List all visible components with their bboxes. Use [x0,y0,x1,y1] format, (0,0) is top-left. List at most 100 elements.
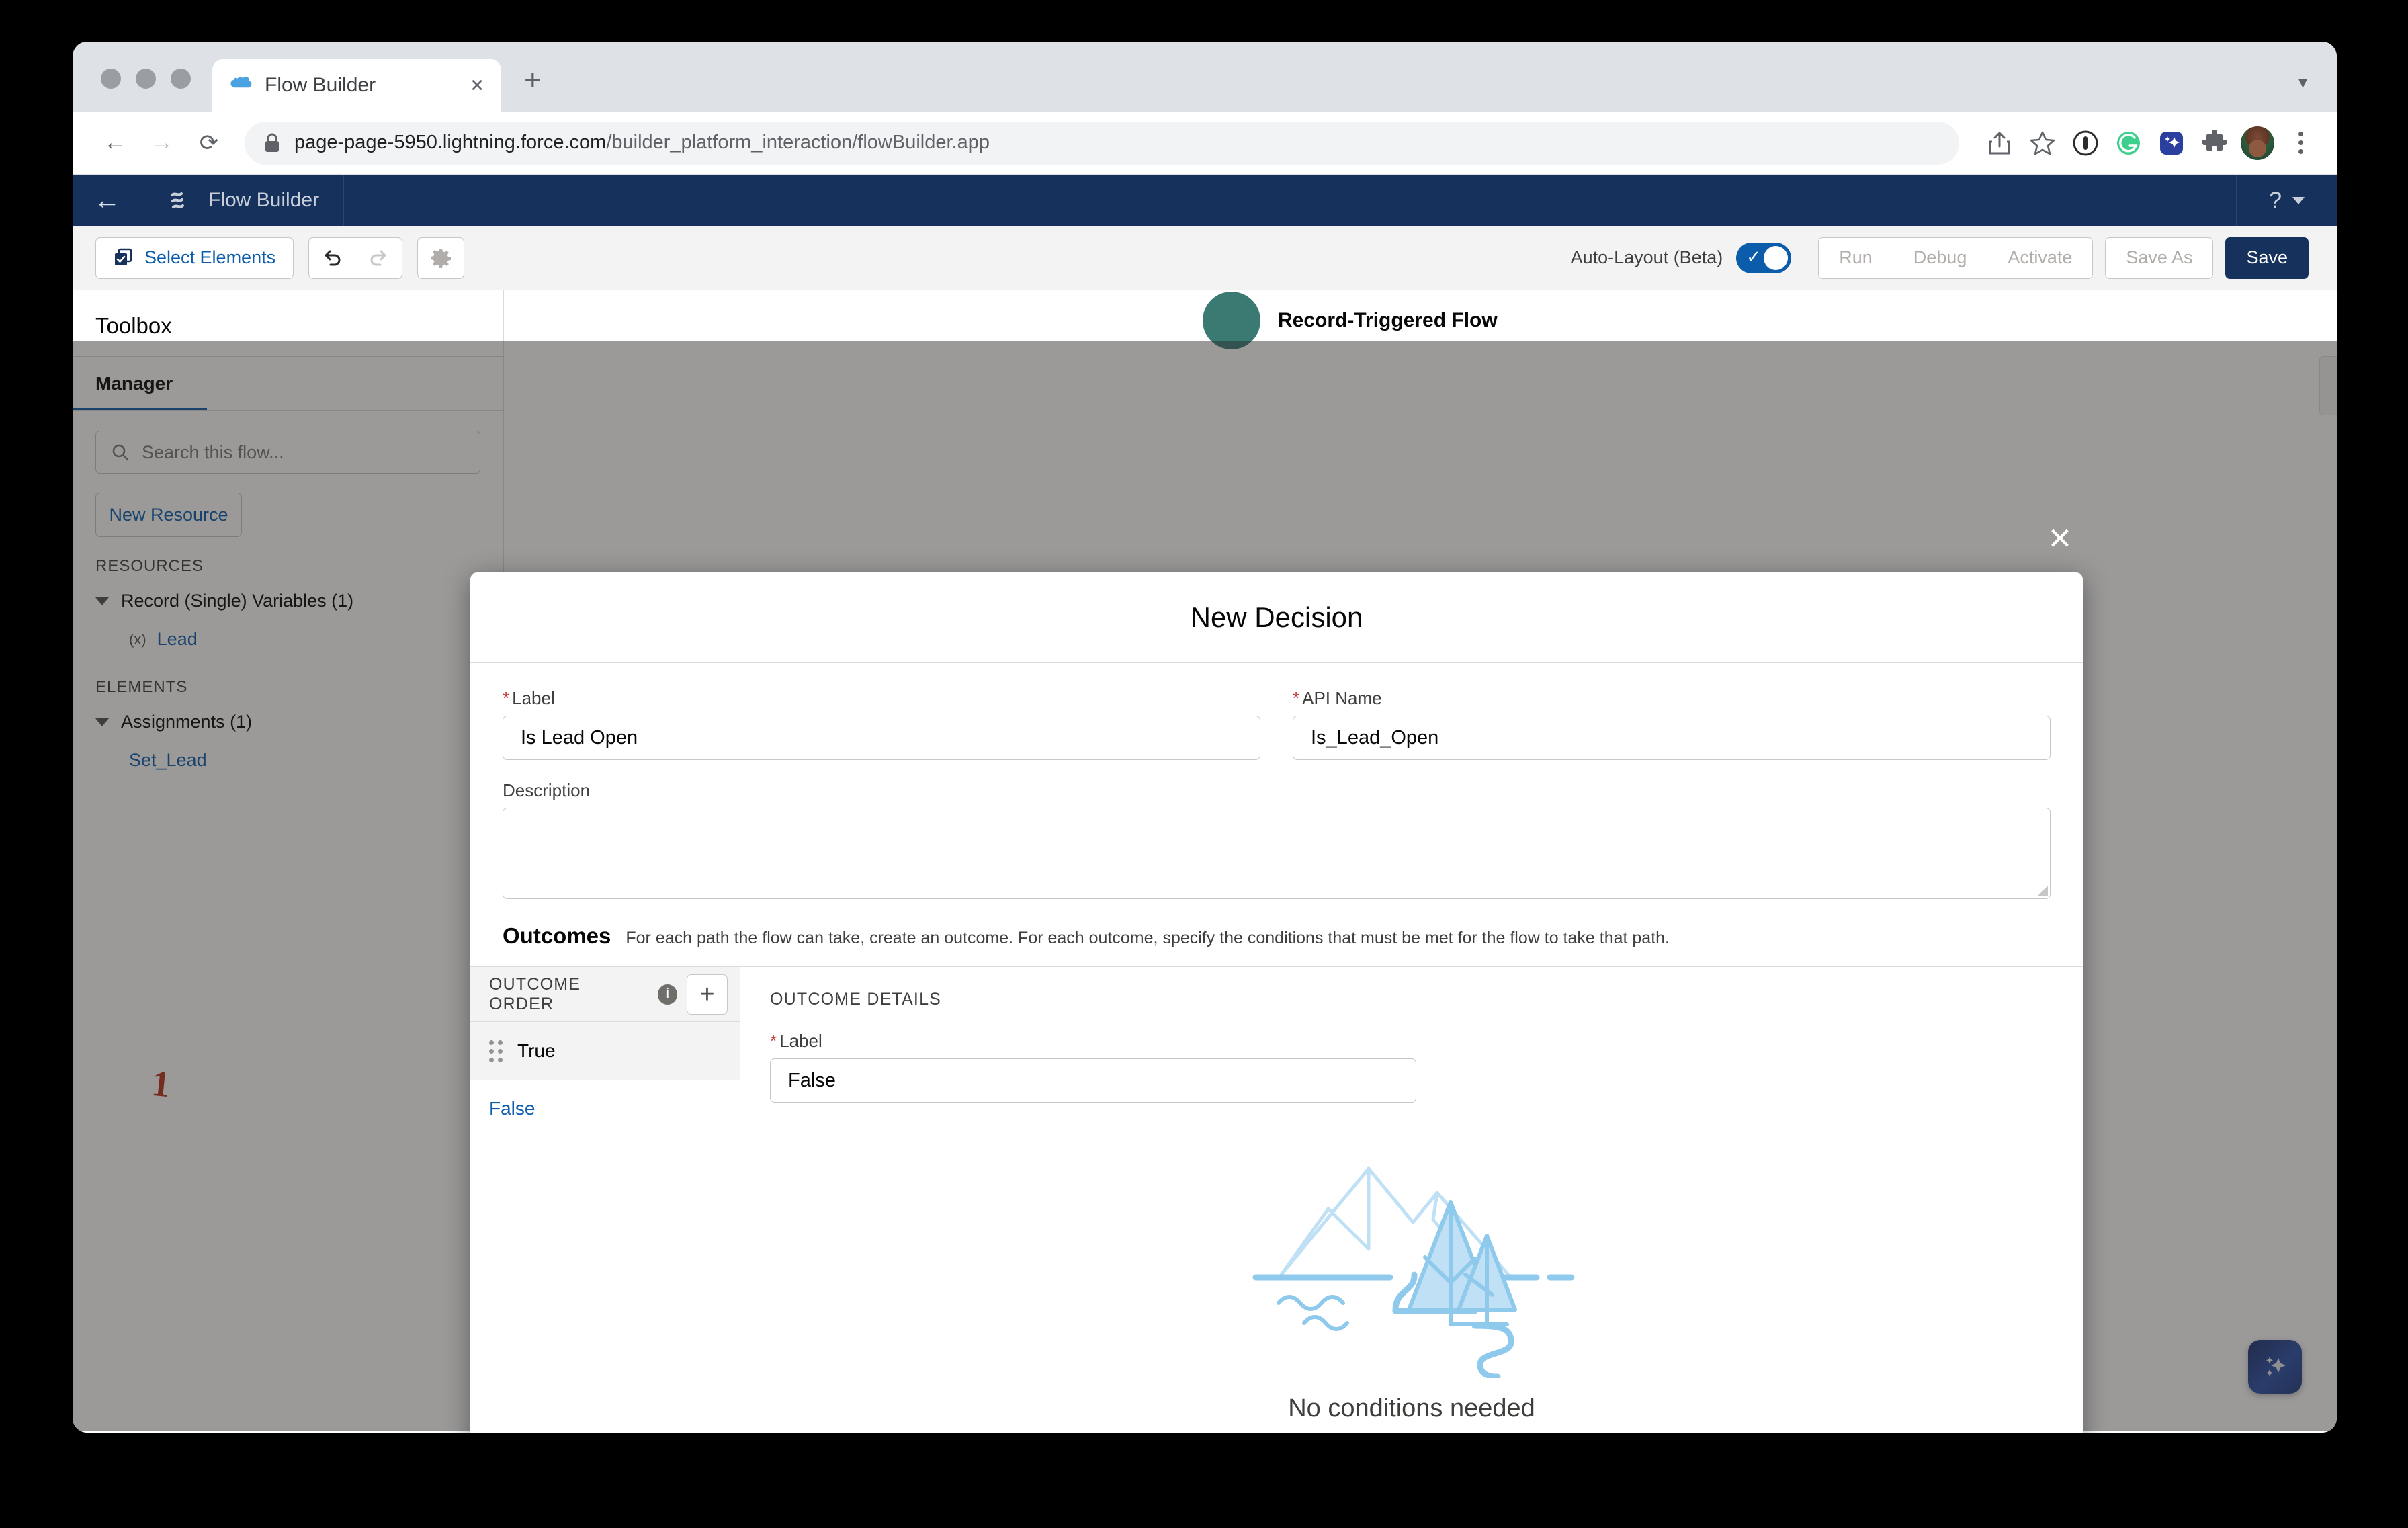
description-textarea[interactable] [503,808,2051,899]
close-window-button[interactable] [101,69,121,89]
app-brand: Flow Builder [142,175,344,226]
select-elements-icon [114,248,134,268]
salesforce-cloud-icon [227,75,253,95]
browser-toolbar: ← → ⟳ page-page-5950.lightning.force.com… [73,112,2337,175]
grammarly-icon[interactable] [2108,123,2149,163]
puzzle-extensions-icon[interactable] [2194,123,2235,163]
save-button[interactable]: Save [2225,237,2309,279]
auto-layout-control: Auto-Layout (Beta) ✓ [1571,243,1792,273]
url-path: /builder_platform_interaction/flowBuilde… [606,132,990,153]
flow-settings-button[interactable] [417,237,464,279]
label-text: Label [512,688,555,708]
tab-list-chevron-icon[interactable]: ▾ [2298,72,2307,93]
avatar[interactable] [2237,123,2278,163]
debug-button[interactable]: Debug [1893,237,1988,279]
label-field-label: *Label [503,688,1260,709]
chevron-down-icon [2292,197,2305,204]
auto-layout-toggle[interactable]: ✓ [1736,243,1791,273]
mountains-illustration [1237,1150,1586,1378]
outcome-details-heading: OUTCOME DETAILS [770,990,2053,1009]
description-label: Description [503,780,2051,801]
minimize-window-button[interactable] [136,69,156,89]
app-back-button[interactable]: ← [73,175,142,226]
label-field-wrap: *Label Is Lead Open [503,688,1260,760]
run-button[interactable]: Run [1818,237,1893,279]
outcome-label-text: Label [779,1031,822,1051]
help-menu-button[interactable]: ? [2236,175,2337,226]
chrome-menu-icon[interactable] [2280,123,2321,163]
decision-label-input[interactable]: Is Lead Open [503,716,1260,760]
bookmark-star-icon[interactable] [2022,123,2063,163]
outcomes-header: Outcomes For each path the flow can take… [470,899,2083,966]
modal-header: New Decision [470,572,2083,663]
select-elements-button[interactable]: Select Elements [95,237,294,279]
start-node-label: Record-Triggered Flow [1278,309,1498,332]
maximize-window-button[interactable] [171,69,191,89]
redo-icon [368,247,390,269]
onepassword-icon[interactable] [2065,123,2106,163]
new-decision-modal: New Decision *Label Is Lead Open *API Na… [470,572,2083,1433]
back-button[interactable]: ← [94,122,136,164]
browser-action-icons [1979,123,2321,163]
outcomes-title: Outcomes [503,923,611,949]
outcome-label-label: *Label [770,1031,1416,1052]
outcome-order-header: OUTCOME ORDER i + [470,967,740,1022]
select-elements-label: Select Elements [144,247,275,268]
api-field-label: *API Name [1293,688,2051,709]
forward-button[interactable]: → [141,122,183,164]
empty-state-subtitle: If no outcome's conditions are met, the … [1174,1431,1649,1433]
description-field-wrap: Description [470,760,2083,899]
api-field-wrap: *API Name Is_Lead_Open [1293,688,2051,760]
save-as-button[interactable]: Save As [2105,237,2213,279]
check-icon: ✓ [1746,248,1761,265]
close-icon[interactable]: × [2049,519,2071,558]
add-outcome-button[interactable]: + [687,974,728,1015]
drag-handle-icon[interactable] [489,1040,503,1062]
share-icon[interactable] [1979,123,2020,163]
address-bar[interactable]: page-page-5950.lightning.force.com/build… [245,122,1959,165]
einstein-sparkle-extension-icon[interactable] [2151,123,2192,163]
label-api-row: *Label Is Lead Open *API Name Is_Lead_Op… [470,663,2083,760]
new-tab-button[interactable]: + [524,66,542,95]
reload-button[interactable]: ⟳ [188,122,230,164]
flow-builder-app: ← Flow Builder ? [73,175,2337,1433]
flow-toolbar: Select Elements [73,226,2337,290]
undo-redo-group [308,237,402,279]
browser-tab[interactable]: Flow Builder × [212,59,501,112]
outcome-order-panel: OUTCOME ORDER i + True False [470,967,740,1433]
no-conditions-empty-state: No conditions needed If no outcome's con… [770,1150,2053,1433]
undo-icon [320,247,343,269]
outcome-list-item-true[interactable]: True [470,1022,740,1080]
decision-api-name-input[interactable]: Is_Lead_Open [1293,716,2051,760]
outcomes-split: OUTCOME ORDER i + True False [470,966,2083,1433]
modal-body: *Label Is Lead Open *API Name Is_Lead_Op… [470,663,2083,1433]
outcome-list-item-false[interactable]: False [470,1080,740,1138]
api-label-text: API Name [1302,688,1382,708]
help-icon: ? [2269,187,2282,214]
toggle-knob [1764,246,1788,270]
app-header: ← Flow Builder ? [73,175,2337,226]
outcome-label: True [517,1040,556,1062]
required-indicator: * [503,688,509,708]
flow-builder-logo-icon [167,187,194,214]
outcome-details-panel: OUTCOME DETAILS *Label False [740,967,2083,1433]
tab-title: Flow Builder [265,74,456,97]
app-body: Toolbox Manager Search this flow... New … [73,290,2337,1431]
browser-window: Flow Builder × + ▾ ← → ⟳ page-page-5950.… [73,42,2337,1433]
required-indicator: * [1293,688,1299,708]
outcome-label-input[interactable]: False [770,1058,1416,1103]
modal-title: New Decision [1191,601,1363,634]
empty-state-title: No conditions needed [1288,1394,1535,1423]
gear-icon [430,247,452,269]
app-title: Flow Builder [208,189,319,212]
undo-button[interactable] [308,237,355,279]
redo-button[interactable] [355,237,402,279]
tab-close-icon[interactable]: × [468,74,486,97]
tab-strip: Flow Builder × + ▾ [73,42,2337,112]
auto-layout-label: Auto-Layout (Beta) [1571,247,1723,268]
info-icon[interactable]: i [658,984,677,1005]
url-text: page-page-5950.lightning.force.com/build… [294,132,990,154]
outcome-label-field-wrap: *Label False [770,1031,1416,1103]
lock-icon [263,132,281,154]
activate-button[interactable]: Activate [1987,237,2093,279]
